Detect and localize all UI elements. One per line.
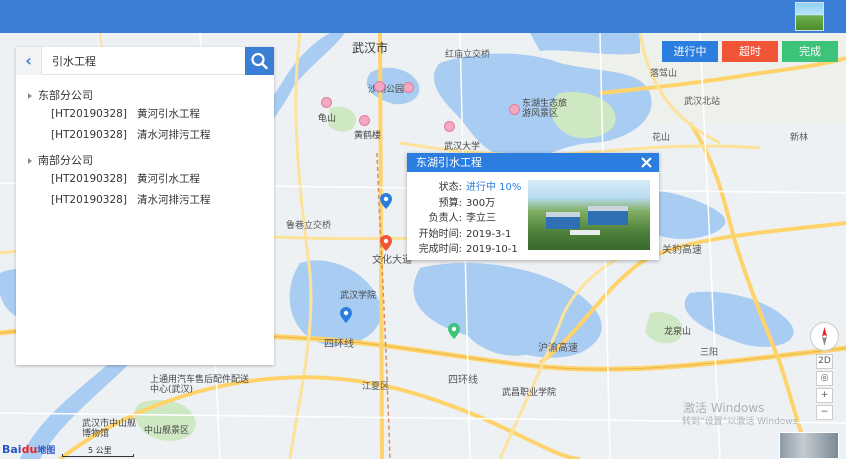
project-pin-overtime[interactable] [380, 235, 392, 251]
info-row-end: 完成时间: 2019-10-1 [418, 244, 518, 255]
filter-overtime-button[interactable]: 超时 [722, 41, 778, 62]
map-label: 武汉北站 [684, 97, 721, 107]
zoom-in-button[interactable]: + [816, 388, 833, 403]
map-label: 武汉大学 [444, 142, 481, 152]
popup-header: 东湖引水工程 [407, 153, 659, 172]
search-icon [251, 52, 268, 70]
tree-leaf[interactable]: [HT20190328] 清水河排污工程 [26, 190, 266, 211]
map-label: 三阳 [700, 348, 719, 358]
search-input[interactable] [46, 51, 242, 71]
filter-done-button[interactable]: 完成 [782, 41, 838, 62]
info-row-status: 状态: 进行中 10% [438, 182, 522, 193]
tree-branch-head[interactable]: 南部分公司 [26, 153, 266, 169]
baidu-map-logo: Baidu地图 [2, 443, 56, 456]
map-label: 关豹高速 [662, 245, 702, 256]
project-pin-in-progress[interactable] [380, 193, 392, 209]
map-label: 黄鹤楼 [354, 131, 382, 141]
scale-bar [62, 454, 134, 457]
tree-leaf[interactable]: [HT20190328] 清水河排污工程 [26, 125, 266, 146]
map-label: 四环线 [448, 375, 478, 386]
top-bar [0, 0, 846, 33]
popup-title: 东湖引水工程 [416, 156, 482, 169]
tree-leaf[interactable]: [HT20190328] 黄河引水工程 [26, 169, 266, 190]
map-label: 上通用汽车售后配件配送中心(武汉) [150, 375, 250, 395]
map-label: 武昌职业学院 [502, 388, 557, 398]
project-search-panel: ‹ 东部分公司 [HT20190328]黄河引水工程 [HT20190328]清… [16, 47, 274, 365]
map-label: 四环线 [324, 339, 354, 350]
map-label: 中山舰景区 [144, 426, 190, 436]
project-pin-in-progress[interactable] [340, 307, 352, 323]
tree-leaf[interactable]: [HT20190328] 黄河引水工程 [26, 104, 266, 125]
caret-right-icon [28, 158, 32, 164]
map-label: 龟山 [318, 114, 337, 124]
project-pin-done[interactable] [448, 323, 460, 339]
tree-branch: 东部分公司 [HT20190328] 黄河引水工程 [HT20190328] 清水河… [26, 88, 266, 146]
map-label: 东湖生态旅游风景区 [522, 99, 568, 119]
map-label: 沪渝高速 [538, 343, 578, 354]
tree-branch: 南部分公司 [HT20190328] 黄河引水工程 [HT20190328] 清水河… [26, 153, 266, 211]
compass-icon[interactable] [810, 322, 839, 351]
search-bar: ‹ [16, 47, 274, 75]
locate-icon[interactable]: ◎ [816, 371, 833, 386]
zoom-out-button[interactable]: − [816, 405, 833, 420]
map-label: 江夏区 [362, 382, 390, 392]
project-tree: 东部分公司 [HT20190328] 黄河引水工程 [HT20190328] 清水河… [26, 88, 266, 218]
user-avatar[interactable] [795, 2, 824, 31]
map-label: 龙泉山 [664, 327, 692, 337]
poi-marker[interactable] [403, 82, 414, 93]
map-label: 武汉学院 [340, 291, 377, 301]
caret-right-icon [28, 93, 32, 99]
map-label: 红庙立交桥 [445, 50, 491, 60]
back-arrow-icon[interactable]: ‹ [16, 47, 42, 75]
search-button[interactable] [245, 47, 274, 75]
map-label: 落驾山 [650, 69, 678, 79]
filter-in-progress-button[interactable]: 进行中 [662, 41, 718, 62]
map-label: 武汉市中山舰博物馆 [82, 419, 137, 439]
map-label: 新林 [790, 133, 809, 143]
popup-body: 状态: 进行中 10% 预算: 300万 负责人: 李立三 开始时间: 2019-3-1… [407, 172, 659, 260]
map-2d-toggle[interactable]: 2D [816, 354, 833, 369]
map-type-thumbnail[interactable] [779, 432, 839, 459]
project-photo[interactable] [528, 180, 650, 250]
map-label: 鲁巷立交桥 [286, 221, 332, 231]
info-table: 状态: 进行中 10% 预算: 300万 负责人: 李立三 开始时间: 2019-3-1… [407, 180, 529, 258]
map-label: 文化大道 [372, 255, 412, 266]
poi-marker[interactable] [374, 81, 385, 92]
activation-watermark-sub: 转到“设置”以激活 Windows [682, 417, 798, 427]
map-label: 武汉市 [352, 41, 389, 55]
map-label: 花山 [652, 133, 671, 143]
poi-marker[interactable] [444, 121, 455, 132]
close-icon[interactable] [639, 155, 654, 170]
info-row-owner: 负责人: 李立三 [428, 213, 496, 224]
poi-marker[interactable] [359, 115, 370, 126]
tree-branch-head[interactable]: 东部分公司 [26, 88, 266, 104]
project-info-popup: 东湖引水工程 状态: 进行中 10% 预算: 300万 负责人: 李立三 开始时间: 2… [407, 153, 659, 260]
info-row-start: 开始时间: 2019-3-1 [418, 228, 512, 240]
poi-marker[interactable] [321, 97, 332, 108]
poi-marker[interactable] [509, 104, 520, 115]
info-row-budget: 预算: 300万 [438, 197, 496, 209]
